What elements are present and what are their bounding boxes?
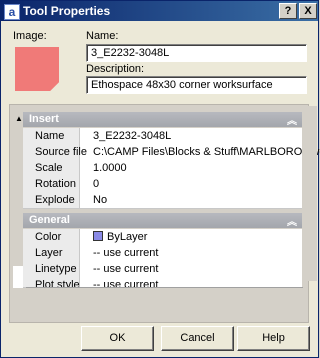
section-header-insert[interactable]: Insert ︽ [23,112,302,127]
ok-button[interactable]: OK [81,326,154,351]
property-row[interactable]: Layer -- use current [23,245,302,262]
description-field[interactable]: Ethospace 48x30 corner worksurface [86,76,307,94]
section-title-insert: Insert [29,113,59,125]
property-row[interactable]: Rotation 0 [23,176,302,193]
name-field-value: 3_E2232-3048L [91,47,170,59]
close-button[interactable]: X [299,3,317,19]
name-field[interactable]: 3_E2232-3048L [86,44,307,62]
property-value: -- use current [93,263,159,275]
property-key: Name [35,130,65,142]
property-row[interactable]: Name 3_E2232-3048L [23,128,302,145]
app-icon: a [4,4,20,20]
property-value: 0 [93,178,100,190]
property-key: Scale [35,162,63,174]
property-key: Layer [35,247,63,259]
property-value: 1.0000 [93,162,127,174]
vertical-scrollbar[interactable] [303,106,317,281]
section-title-general: General [29,214,70,226]
property-key: Source file [35,146,87,158]
property-row[interactable]: Source file C:\CAMP Files\Blocks & Stuff… [23,144,320,161]
window-title: Tool Properties [23,4,111,18]
color-swatch-icon [93,231,103,241]
tool-image[interactable] [15,47,59,91]
section-header-general[interactable]: General ︽ [23,213,302,228]
property-key: Linetype [35,263,77,275]
property-value: ByLayer [93,231,147,243]
property-key: Color [35,231,62,243]
name-label: Name: [86,30,119,42]
description-panel [26,287,303,322]
color-value: ByLayer [107,231,148,243]
help-title-button[interactable]: ? [279,3,297,19]
property-row[interactable]: Color ByLayer [23,229,302,246]
property-value: -- use current [93,247,159,259]
title-bar[interactable]: a Tool Properties ? X [1,1,318,21]
tool-properties-dialog: a Tool Properties ? X Image: Name: 3_E22… [0,0,320,358]
chevron-up-icon[interactable]: ︽ [287,112,297,127]
cancel-button[interactable]: Cancel [161,326,234,351]
property-row[interactable]: Linetype -- use current [23,261,302,278]
chevron-up-icon[interactable]: ︽ [287,213,297,228]
property-key: Explode [35,194,75,206]
property-row[interactable]: Explode No [23,192,302,209]
description-field-value: Ethospace 48x30 corner worksurface [91,79,273,91]
image-label: Image: [13,30,47,42]
property-row[interactable]: Scale 1.0000 [23,160,302,177]
help-button[interactable]: Help [237,326,310,351]
palette-arrow-icon[interactable]: ▲ [15,114,23,123]
property-key: Rotation [35,178,76,190]
property-value: No [93,194,108,206]
property-value: C:\CAMP Files\Blocks & Stuff\MARLBORO.dw… [93,146,320,158]
description-label: Description: [86,63,145,75]
property-value: 3_E2232-3048L [93,130,172,142]
